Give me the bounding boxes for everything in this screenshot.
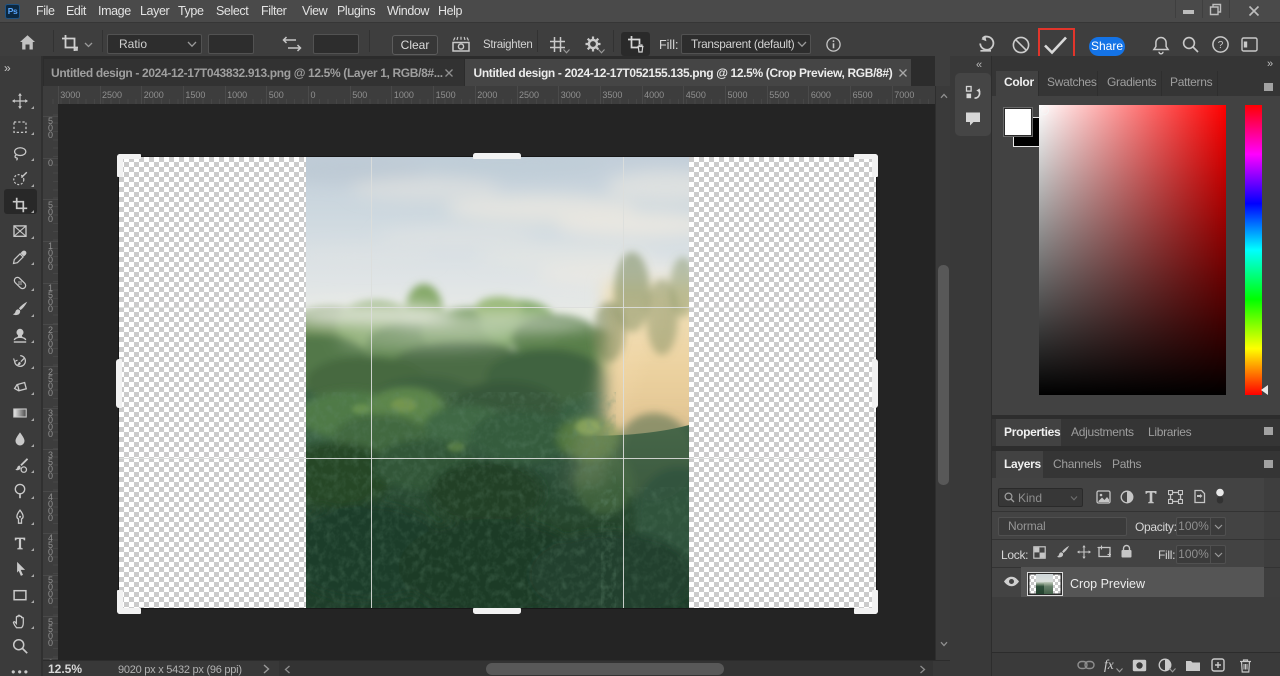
svg-text:?: ? [1218,40,1224,51]
